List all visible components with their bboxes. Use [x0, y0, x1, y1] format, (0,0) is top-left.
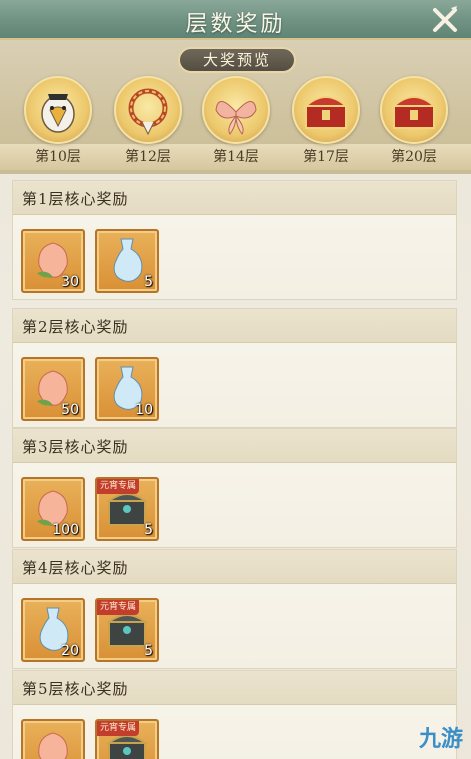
item-quantity: 5	[144, 643, 153, 659]
reward-item[interactable]: 30	[21, 229, 85, 293]
reward-row: 第2层核心奖励 50 10	[12, 308, 457, 428]
item-quantity: 5	[144, 274, 153, 290]
event-exclusive-tag: 元宵专属	[97, 721, 140, 736]
row-title: 第4层核心奖励	[22, 559, 129, 577]
milestone-level-label: 第12层	[125, 149, 171, 165]
milestone-10[interactable]	[24, 76, 92, 144]
header-bar: 层数奖励	[0, 0, 471, 40]
row-title: 第5层核心奖励	[22, 680, 129, 698]
reward-row: 第3层核心奖励 100 元宵专属 5	[12, 428, 457, 548]
event-exclusive-tag: 元宵专属	[97, 600, 140, 615]
milestone-level-label: 第20层	[391, 149, 437, 165]
close-icon	[433, 6, 457, 32]
reward-item[interactable]: 元宵专属	[95, 719, 159, 759]
milestone-12[interactable]	[114, 76, 182, 144]
page-title: 层数奖励	[185, 12, 286, 37]
reward-item[interactable]: 10	[95, 357, 159, 421]
reward-row: 第4层核心奖励 20 元宵专属 5	[12, 549, 457, 669]
reward-item[interactable]: 100	[21, 477, 85, 541]
reward-item[interactable]: 50	[21, 357, 85, 421]
row-title: 第1层核心奖励	[22, 190, 129, 208]
reward-item[interactable]	[21, 719, 85, 759]
item-quantity: 5	[144, 522, 153, 538]
grand-prize-preview: 大奖预览 第10层 第12层 第14层 第17层 第20层	[0, 40, 471, 174]
bracelet-icon	[128, 88, 168, 136]
reward-item[interactable]: 元宵专属 5	[95, 598, 159, 662]
eagle-icon	[41, 94, 75, 133]
reward-item[interactable]: 5	[95, 229, 159, 293]
item-quantity: 10	[135, 402, 153, 418]
preview-label: 大奖预览	[178, 47, 296, 73]
reward-item[interactable]: 元宵专属 5	[95, 477, 159, 541]
peach-icon	[38, 732, 68, 759]
close-button[interactable]	[429, 4, 461, 36]
red-chest-icon	[303, 96, 349, 129]
reward-row: 第5层核心奖励 元宵专属	[12, 670, 457, 759]
event-exclusive-tag: 元宵专属	[97, 479, 140, 494]
milestone-level-label: 第14层	[213, 149, 259, 165]
milestone-20[interactable]	[380, 76, 448, 144]
watermark-logo: 九游	[418, 727, 463, 752]
red-chest-icon	[391, 96, 437, 129]
row-title: 第3层核心奖励	[22, 438, 129, 456]
milestone-14[interactable]	[202, 76, 270, 144]
milestone-17[interactable]	[292, 76, 360, 144]
item-quantity: 50	[61, 402, 79, 418]
item-quantity: 20	[61, 643, 79, 659]
milestone-level-label: 第17层	[303, 149, 349, 165]
milestone-level-label: 第10层	[35, 149, 81, 165]
reward-row: 第1层核心奖励 30 5	[12, 180, 457, 300]
row-title: 第2层核心奖励	[22, 318, 129, 336]
item-quantity: 100	[52, 522, 79, 538]
reward-item[interactable]: 20	[21, 598, 85, 662]
item-quantity: 30	[61, 274, 79, 290]
wings-icon	[215, 101, 257, 135]
floor-rewards-panel: 层数奖励 大奖预览 第10层 第12层 第14层 第17层 第20层 第1层核心…	[0, 0, 471, 759]
